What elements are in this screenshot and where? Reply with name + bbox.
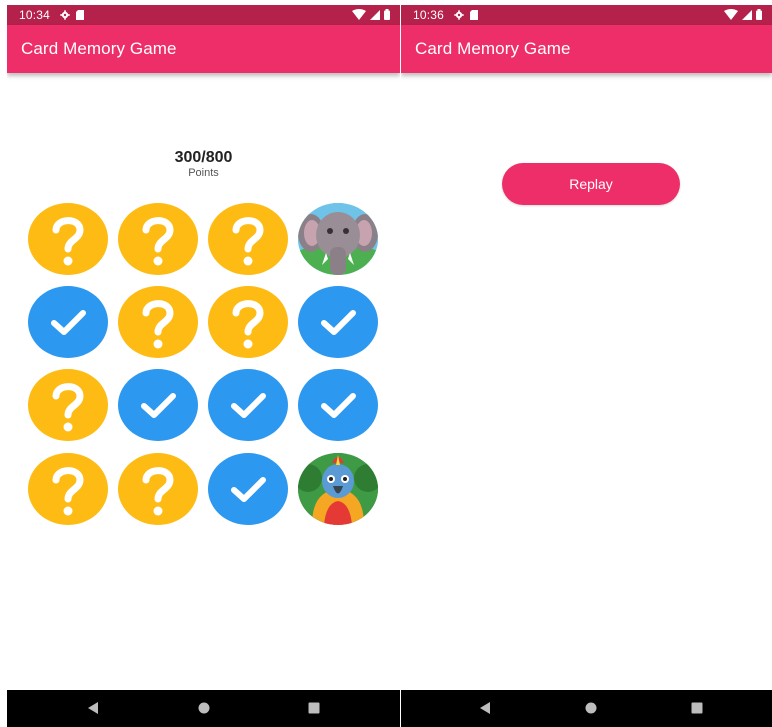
question-mark-icon (52, 383, 84, 432)
card-matched (208, 453, 288, 525)
wifi-icon (724, 9, 738, 20)
card-matched (208, 369, 288, 441)
elephant-icon (298, 203, 378, 275)
status-bar: 10:34 (7, 5, 400, 25)
question-mark-icon (142, 217, 174, 266)
app-bar: Card Memory Game (401, 25, 772, 73)
score-value: 300/800 (174, 149, 233, 166)
home-icon[interactable] (198, 702, 210, 714)
replay-screen: 10:36 Card Memory Game Replay (401, 5, 772, 727)
card-matched (298, 369, 378, 441)
card-hidden[interactable] (118, 286, 198, 358)
score-label: Points (188, 167, 219, 179)
status-time: 10:36 (413, 8, 445, 22)
sd-card-icon (470, 10, 479, 20)
card-hidden[interactable] (28, 369, 108, 441)
checkmark-icon (321, 310, 356, 335)
card-hidden[interactable] (208, 203, 288, 275)
app-title: Card Memory Game (21, 39, 177, 58)
sd-card-icon (76, 10, 85, 20)
navigation-bar (7, 690, 400, 727)
wifi-icon (352, 9, 366, 20)
status-time: 10:34 (19, 8, 51, 22)
back-icon[interactable] (87, 702, 99, 714)
gear-icon (60, 10, 70, 20)
parrot-icon (298, 453, 378, 525)
navigation-bar (401, 690, 772, 727)
battery-icon (756, 9, 762, 20)
card-grid (28, 203, 378, 525)
replay-button[interactable]: Replay (502, 163, 680, 205)
question-mark-icon (232, 300, 264, 349)
signal-icon (370, 9, 380, 20)
checkmark-icon (231, 477, 266, 502)
home-icon[interactable] (585, 702, 597, 714)
recents-icon[interactable] (691, 702, 703, 714)
recents-icon[interactable] (308, 702, 320, 714)
card-matched (118, 369, 198, 441)
question-mark-icon (142, 300, 174, 349)
card-hidden[interactable] (208, 286, 288, 358)
checkmark-icon (141, 393, 176, 418)
card-hidden[interactable] (118, 453, 198, 525)
checkmark-icon (51, 310, 86, 335)
gear-icon (454, 10, 464, 20)
question-mark-icon (52, 467, 84, 516)
status-bar: 10:36 (401, 5, 772, 25)
score-display: 300/800 Points (7, 149, 400, 180)
app-title: Card Memory Game (415, 39, 571, 58)
question-mark-icon (232, 217, 264, 266)
card-matched (298, 286, 378, 358)
back-icon[interactable] (479, 702, 491, 714)
card-hidden[interactable] (28, 453, 108, 525)
checkmark-icon (231, 393, 266, 418)
question-mark-icon (52, 217, 84, 266)
checkmark-icon (321, 393, 356, 418)
app-bar: Card Memory Game (7, 25, 400, 73)
card-matched (28, 286, 108, 358)
game-screen: 10:34 Card Memory Game 300/800 Points (7, 5, 400, 727)
question-mark-icon (142, 467, 174, 516)
card-hidden[interactable] (28, 203, 108, 275)
card-revealed-parrot[interactable] (298, 453, 378, 525)
battery-icon (384, 9, 390, 20)
card-hidden[interactable] (118, 203, 198, 275)
card-revealed-elephant[interactable] (298, 203, 378, 275)
signal-icon (742, 9, 752, 20)
